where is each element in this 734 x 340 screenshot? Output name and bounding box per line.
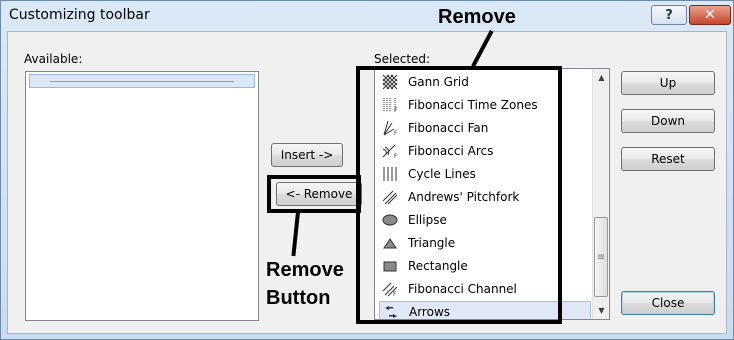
available-list[interactable] (25, 71, 259, 321)
help-button[interactable]: ? (651, 5, 687, 25)
top-remove-annotation: Remove (438, 6, 516, 28)
selected-list-highlight-box (356, 66, 562, 324)
down-button[interactable]: Down (621, 109, 715, 133)
insert-button[interactable]: Insert -> (271, 143, 343, 167)
scroll-thumb[interactable]: ≡ (594, 217, 608, 297)
up-button[interactable]: Up (621, 71, 715, 95)
remove-button-annotation: Remove Button (266, 256, 344, 312)
scroll-down-arrow-icon[interactable]: ▼ (593, 302, 609, 319)
selected-list-scrollbar[interactable]: ▲ ≡ ▼ (592, 69, 609, 319)
selected-label: Selected: (374, 52, 431, 66)
close-button[interactable]: Close (621, 291, 715, 315)
window-title: Customizing toolbar (9, 7, 150, 23)
scroll-up-arrow-icon[interactable]: ▲ (593, 69, 609, 86)
reset-button[interactable]: Reset (621, 147, 715, 171)
available-label: Available: (24, 52, 83, 66)
remove-button-highlight-box (267, 175, 361, 213)
window-close-button[interactable]: ✕ (689, 5, 731, 25)
available-list-item[interactable] (29, 74, 255, 88)
remove-button-annotation-line1: Remove (266, 259, 344, 281)
remove-button-annotation-line2: Button (266, 287, 331, 309)
